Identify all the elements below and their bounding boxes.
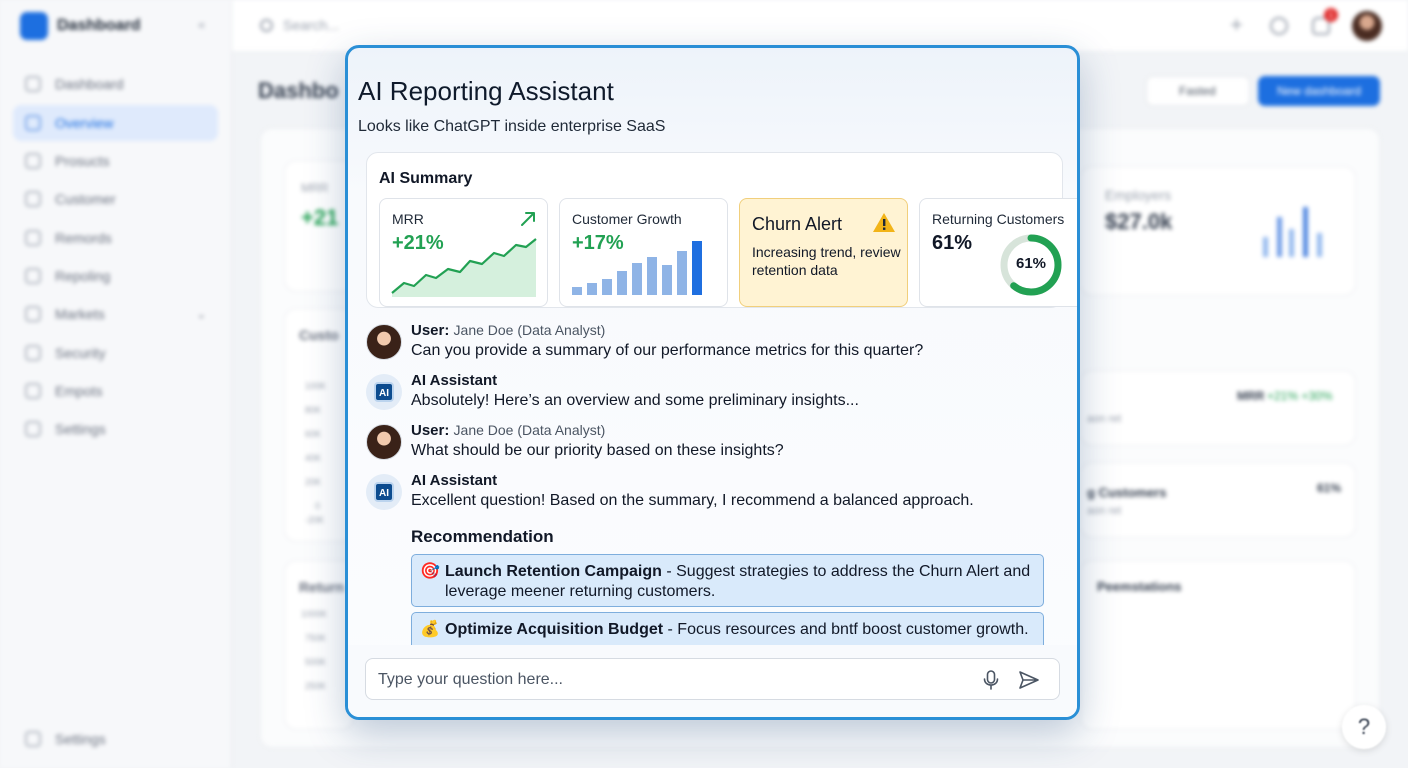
ai-avatar: AI [366, 474, 402, 510]
home-icon [25, 76, 41, 92]
notification-badge: 1 [1324, 8, 1338, 22]
mrr-kpi-card[interactable]: MRR +21% [379, 198, 548, 307]
brand-logo [20, 12, 48, 40]
returning-customers-kpi-card[interactable]: Returning Customers 61% 61% [919, 198, 1077, 307]
microphone-button[interactable] [979, 668, 1003, 692]
add-icon[interactable]: + [1230, 12, 1243, 38]
avatar[interactable] [1352, 11, 1382, 41]
customer-growth-label: Customer Growth [572, 211, 682, 227]
user-avatar [366, 424, 402, 460]
sender-name: User: [411, 422, 450, 439]
chat-message-user: User: Jane Doe (Data Analyst) Can you pr… [366, 322, 1056, 366]
churn-alert-title: Churn Alert [752, 214, 843, 234]
new-dashboard-button[interactable]: New dashboard [1258, 76, 1380, 106]
recommendation-title: Optimize Acquisition Budget [445, 621, 664, 638]
chat-message-user: User: Jane Doe (Data Analyst) What shoul… [366, 422, 1056, 466]
custom-chart-card: Custo 100K 80K 60K 40K 20K 0 -20K [284, 308, 354, 542]
sender-name: User: [411, 322, 450, 339]
message-text: What should be our priority based on the… [411, 442, 784, 459]
assistant-subtitle: Looks like ChatGPT inside enterprise Saa… [358, 118, 666, 135]
mrr-row-card: MRR +21% +30% aon ret [1080, 370, 1356, 446]
chart-icon [25, 153, 41, 169]
filter-button[interactable]: Fasted [1146, 76, 1250, 106]
microphone-icon [983, 670, 999, 690]
sidebar-item-reporting[interactable]: Repoling [13, 258, 218, 294]
customer-growth-bars [572, 241, 702, 295]
folder-icon [25, 230, 41, 246]
money-bag-icon: 💰 [420, 621, 440, 638]
mrr-card: MRR +21 [284, 160, 354, 292]
page-title: Dashbo [258, 78, 339, 103]
help-circle-icon[interactable] [1270, 17, 1288, 35]
send-icon [1019, 671, 1039, 689]
user-avatar [366, 324, 402, 360]
sidebar-item-markets[interactable]: Markets ⌄ [13, 296, 218, 332]
sidebar-item-records[interactable]: Remords [13, 220, 218, 256]
customer-growth-kpi-card[interactable]: Customer Growth +17% [559, 198, 728, 307]
sender-name: AI Assistant [411, 372, 498, 389]
ai-summary-heading: AI Summary [379, 170, 473, 187]
assistant-title: AI Reporting Assistant [358, 76, 614, 106]
grid-icon [25, 115, 41, 131]
gear-icon [25, 421, 41, 437]
search-icon [260, 19, 273, 32]
employers-bars [1263, 207, 1322, 257]
churn-alert-description: Increasing trend, review retention data [752, 244, 901, 278]
users-icon [25, 191, 41, 207]
chevron-down-icon: ⌄ [196, 308, 206, 321]
report-icon [25, 268, 41, 284]
search-input[interactable]: Search... [260, 17, 339, 33]
sidebar-item-security[interactable]: Security [13, 335, 218, 371]
returning-ring-label: 61% [1015, 255, 1047, 272]
recommendation-heading: Recommendation [411, 527, 554, 546]
help-button[interactable]: ? [1342, 705, 1386, 749]
message-text: Can you provide a summary of our perform… [411, 342, 924, 359]
document-icon [25, 306, 41, 322]
mrr-sparkline [391, 238, 537, 297]
presentations-card: Peemstations [1080, 560, 1356, 730]
mrr-label: MRR [392, 211, 424, 227]
ai-avatar: AI [366, 374, 402, 410]
sidebar-item-dashboard[interactable]: Dashboard [13, 66, 218, 102]
recommendation-title: Launch Retention Campaign [445, 563, 662, 580]
ai-chip-icon: AI [374, 382, 394, 402]
question-input-box [365, 658, 1060, 700]
sidebar-footer-settings[interactable]: Settings [13, 721, 218, 757]
target-icon: 🎯 [420, 563, 440, 580]
sidebar-item-exports[interactable]: Empots [13, 373, 218, 409]
recommendation-text: - Focus resources and bntf boost custome… [663, 621, 1029, 638]
export-icon [25, 383, 41, 399]
recommendation-retention[interactable]: 🎯 Launch Retention Campaign - Suggest st… [411, 554, 1044, 607]
message-text: Absolutely! Here’s an overview and some … [411, 392, 859, 409]
collapse-sidebar-icon[interactable]: « [198, 17, 205, 32]
shield-icon [25, 345, 41, 361]
warning-icon [873, 213, 895, 232]
returning-customers-value: 61% [932, 232, 973, 254]
chat-message-ai: AI AI Assistant Excellent question! Base… [366, 472, 1056, 516]
trend-up-icon [521, 212, 535, 226]
sender-role: Jane Doe (Data Analyst) [453, 422, 606, 438]
message-text: Excellent question! Based on the summary… [411, 492, 974, 509]
sidebar: Dashboard « Dashboard Overview Prosucts … [0, 0, 232, 768]
sidebar-item-settings[interactable]: Settings [13, 411, 218, 447]
returns-card: Return 1000K 750K 500K 250K [284, 560, 354, 730]
sender-role: Jane Doe (Data Analyst) [453, 322, 606, 338]
send-button[interactable] [1017, 668, 1041, 692]
sidebar-item-products[interactable]: Prosucts [13, 143, 218, 179]
sidebar-item-customer[interactable]: Customer [13, 181, 218, 217]
question-input[interactable] [378, 668, 958, 692]
sidebar-item-overview[interactable]: Overview [13, 105, 218, 141]
returning-customers-label: Returning Customers [932, 211, 1065, 227]
churn-alert-card[interactable]: Churn Alert Increasing trend, review ret… [739, 198, 908, 307]
chat-message-ai: AI AI Assistant Absolutely! Here’s an ov… [366, 372, 1056, 416]
ai-chip-icon: AI [374, 482, 394, 502]
logout-icon [25, 731, 41, 747]
sender-name: AI Assistant [411, 472, 498, 489]
returning-row-card: g Customers 61% aon ret [1080, 462, 1356, 538]
employers-card: Employers $27.0k [1080, 166, 1356, 296]
ai-assistant-modal: AI Reporting Assistant Looks like ChatGP… [345, 45, 1080, 720]
brand-name: Dashboard [57, 17, 141, 34]
ai-summary-panel: AI Summary MRR +21% Customer Growth +17% [366, 152, 1077, 308]
